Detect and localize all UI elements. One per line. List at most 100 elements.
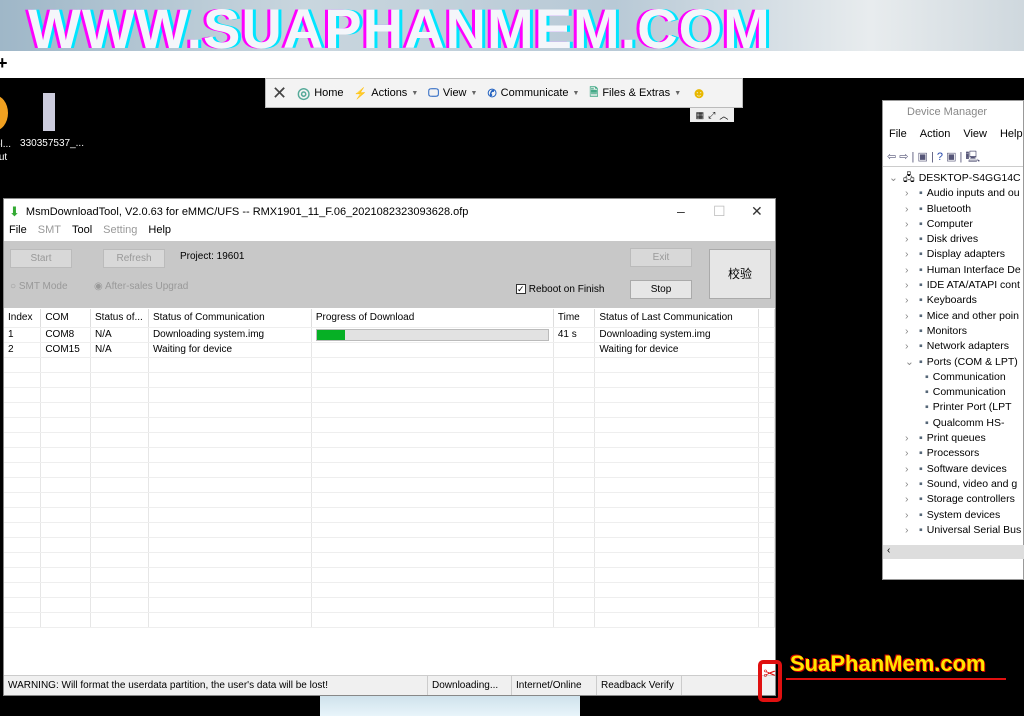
tree-item[interactable]: › ▪ Audio inputs and ou	[889, 186, 1023, 201]
back-icon[interactable]: ⇦	[887, 151, 896, 163]
tree-item[interactable]: ⌄ ▪ Ports (COM & LPT)	[889, 355, 1023, 370]
stop-button[interactable]: Stop	[630, 280, 692, 299]
smt-mode-radio[interactable]: ○ SMT Mode	[10, 281, 68, 292]
table-row[interactable]	[4, 582, 775, 598]
chevron-right-icon[interactable]: ›	[905, 232, 915, 247]
column-header[interactable]: COM	[40, 309, 91, 328]
tree-item[interactable]: › ▪ IDE ATA/ATAPI cont	[889, 278, 1023, 293]
chevron-down-icon[interactable]: ⌄	[905, 355, 915, 370]
tree-item[interactable]: › ▪ Universal Serial Bus	[889, 523, 1023, 538]
chevron-right-icon[interactable]: ›	[905, 263, 915, 278]
menu-help[interactable]: Help	[148, 224, 171, 240]
tree-item[interactable]: › ▪ Bluetooth	[889, 202, 1023, 217]
exit-button[interactable]: Exit	[630, 248, 692, 267]
tree-item[interactable]: › ▪ Computer	[889, 217, 1023, 232]
table-row[interactable]	[4, 612, 775, 628]
menu-smt[interactable]: SMT	[38, 224, 61, 240]
column-header[interactable]: Time	[553, 309, 596, 328]
collapse-icon[interactable]: ︿	[719, 109, 728, 122]
table-row[interactable]	[4, 462, 775, 478]
chevron-right-icon[interactable]: ›	[905, 508, 915, 523]
communicate-button[interactable]: ✆ Communicate ▼	[487, 87, 579, 100]
table-row[interactable]	[4, 417, 775, 433]
start-button[interactable]: Start	[10, 249, 72, 268]
minimize-button[interactable]: –	[677, 203, 685, 219]
maximize-button[interactable]: ☐	[713, 203, 726, 220]
table-row[interactable]	[4, 447, 775, 463]
table-row[interactable]	[4, 432, 775, 448]
table-row[interactable]	[4, 522, 775, 538]
table-row[interactable]	[4, 357, 775, 373]
table-row[interactable]	[4, 567, 775, 583]
verify-button[interactable]: 校验	[709, 249, 771, 299]
tree-item[interactable]: › ▪ Sound, video and g	[889, 477, 1023, 492]
menu-file[interactable]: File	[889, 128, 907, 142]
properties-icon[interactable]: ▣	[917, 151, 927, 163]
chevron-right-icon[interactable]: ›	[905, 324, 915, 339]
table-row[interactable]	[4, 402, 775, 418]
chevron-right-icon[interactable]: ›	[905, 247, 915, 262]
tree-root[interactable]: ⌄ 🖧 DESKTOP-S4GG14C	[889, 171, 1023, 186]
tree-item[interactable]: › ▪ Human Interface De	[889, 263, 1023, 278]
tree-item[interactable]: › ▪ Storage controllers	[889, 492, 1023, 507]
horizontal-scrollbar[interactable]: ‹	[883, 545, 1024, 559]
chevron-right-icon[interactable]: ›	[905, 309, 915, 324]
smiley-icon[interactable]: ☻	[691, 85, 707, 102]
column-header[interactable]: Status of Last Communication	[594, 309, 760, 328]
table-row[interactable]	[4, 492, 775, 508]
tree-item[interactable]: ▪ Qualcomm HS-	[889, 416, 1023, 431]
menu-action[interactable]: Action	[920, 128, 951, 142]
tree-item[interactable]: ▪ Communication	[889, 370, 1023, 385]
close-icon[interactable]: ✕	[272, 83, 287, 104]
table-row[interactable]	[4, 537, 775, 553]
chevron-right-icon[interactable]: ›	[905, 217, 915, 232]
column-header[interactable]: Index	[4, 309, 42, 328]
scan-icon[interactable]: 🖳	[965, 151, 980, 163]
menu-view[interactable]: View	[963, 128, 987, 142]
table-row[interactable]	[4, 477, 775, 493]
help-icon[interactable]: ?	[937, 151, 943, 163]
view-button[interactable]: 🖵 View ▼	[428, 87, 477, 100]
actions-button[interactable]: ⚡ Actions ▼	[354, 87, 419, 100]
table-row[interactable]: 2 COM15 N/A Waiting for device Waiting for d…	[4, 342, 775, 358]
chevron-right-icon[interactable]: ›	[905, 446, 915, 461]
chevron-right-icon[interactable]: ›	[905, 339, 915, 354]
refresh-button[interactable]: Refresh	[103, 249, 165, 268]
menu-help[interactable]: Help	[1000, 128, 1023, 142]
desktop-icon-file[interactable]	[43, 93, 55, 131]
menu-tool[interactable]: Tool	[72, 224, 92, 240]
table-row[interactable]: 1 COM8 N/A Downloading system.img 41 s Downlo…	[4, 327, 775, 343]
after-sales-radio[interactable]: ◉ After-sales Upgrad	[94, 281, 188, 292]
tree-item[interactable]: › ▪ Print queues	[889, 431, 1023, 446]
chevron-right-icon[interactable]: ›	[905, 431, 915, 446]
chevron-right-icon[interactable]: ›	[905, 523, 915, 538]
table-row[interactable]	[4, 372, 775, 388]
update-icon[interactable]: ▣	[946, 151, 956, 163]
chevron-right-icon[interactable]: ›	[905, 462, 915, 477]
tree-item[interactable]: › ▪ Mice and other poin	[889, 309, 1023, 324]
chevron-right-icon[interactable]: ›	[905, 278, 915, 293]
tree-item[interactable]: › ▪ Keyboards	[889, 293, 1023, 308]
home-button[interactable]: ◎ Home	[297, 84, 343, 102]
column-header[interactable]: Status of...	[90, 309, 149, 328]
menu-setting[interactable]: Setting	[103, 224, 137, 240]
tree-item[interactable]: › ▪ Monitors	[889, 324, 1023, 339]
chevron-right-icon[interactable]: ›	[905, 186, 915, 201]
tree-item[interactable]: › ▪ Disk drives	[889, 232, 1023, 247]
tree-item[interactable]: › ▪ Network adapters	[889, 339, 1023, 354]
fullscreen-icon[interactable]: ⤢	[708, 110, 715, 121]
chevron-right-icon[interactable]: ›	[905, 477, 915, 492]
tree-item[interactable]: › ▪ Display adapters	[889, 247, 1023, 262]
table-row[interactable]	[4, 387, 775, 403]
desktop-icon-app[interactable]	[0, 95, 8, 131]
menu-file[interactable]: File	[9, 224, 27, 240]
tree-item[interactable]: › ▪ System devices	[889, 508, 1023, 523]
tree-item[interactable]: ▪ Printer Port (LPT	[889, 400, 1023, 415]
tree-item[interactable]: ▪ Communication	[889, 385, 1023, 400]
close-button[interactable]: ✕	[751, 203, 763, 220]
tree-item[interactable]: › ▪ Software devices	[889, 462, 1023, 477]
table-row[interactable]	[4, 552, 775, 568]
column-header[interactable]: Status of Communication	[148, 309, 312, 328]
forward-icon[interactable]: ⇨	[899, 151, 908, 163]
chevron-right-icon[interactable]: ›	[905, 202, 915, 217]
